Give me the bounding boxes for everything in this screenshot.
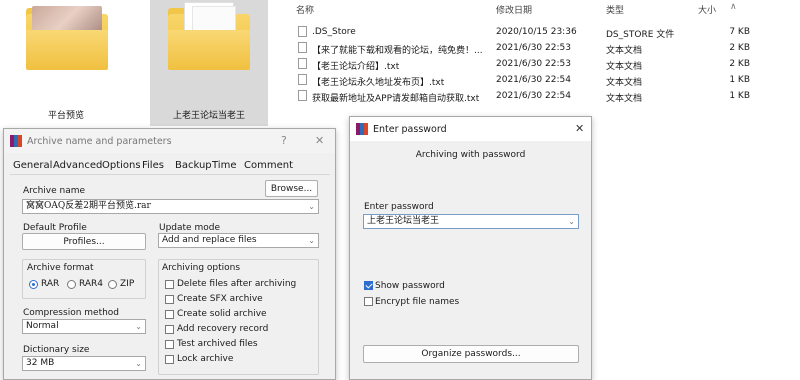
format-rar-label: RAR	[41, 279, 60, 289]
column-header-modified[interactable]: 修改日期	[496, 3, 532, 19]
encrypt-names-checkbox[interactable]	[364, 297, 373, 306]
dictionary-size-select[interactable]: 32 MB ⌄	[22, 356, 146, 371]
lock-archive-label: Lock archive	[177, 354, 234, 364]
archive-dialog-title: Archive name and parameters	[27, 136, 172, 147]
solid-label: Create solid archive	[177, 309, 267, 319]
lock-archive-checkbox[interactable]	[165, 355, 174, 364]
update-mode-select[interactable]: Add and replace files ⌄	[158, 233, 319, 248]
table-row[interactable]: 获取最新地址及APP请发邮箱自动获取.txt 2021/6/30 22:54 文…	[286, 88, 800, 104]
tab-backup[interactable]: Backup	[175, 160, 212, 171]
compression-method-select[interactable]: Normal ⌄	[22, 319, 146, 334]
format-rar-radio[interactable]	[29, 280, 38, 289]
file-icon	[298, 26, 307, 37]
format-rar4-label: RAR4	[79, 279, 104, 289]
folder-view: 平台预览 上老王论坛当老王	[0, 0, 283, 130]
archiving-options-label: Archiving options	[162, 263, 241, 273]
recovery-record-label: Add recovery record	[177, 324, 269, 334]
archive-name-input[interactable]: 窝窝OAQ反差2期平台预览.rar ⌄	[22, 199, 319, 214]
format-zip-radio[interactable]	[108, 280, 117, 289]
browse-button[interactable]: Browse...	[265, 180, 318, 197]
folder-laowang[interactable]: 上老王论坛当老王	[150, 0, 268, 126]
encrypt-names-label: Encrypt file names	[375, 297, 460, 307]
recovery-record-checkbox[interactable]	[165, 325, 174, 334]
show-password-checkbox[interactable]	[364, 281, 373, 290]
format-rar4-radio[interactable]	[67, 280, 76, 289]
folder-icon	[26, 6, 108, 70]
tab-time[interactable]: Time	[212, 160, 236, 171]
profiles-button[interactable]: Profiles...	[22, 233, 146, 250]
file-icon	[298, 90, 307, 101]
close-icon[interactable]: ✕	[315, 134, 324, 147]
organize-passwords-button[interactable]: Organize passwords...	[363, 345, 579, 363]
test-files-checkbox[interactable]	[165, 340, 174, 349]
winrar-icon	[356, 123, 368, 135]
tab-divider	[10, 174, 330, 175]
password-dialog-titlebar[interactable]: Enter password ✕	[350, 117, 591, 141]
table-row[interactable]: 【老王论坛永久地址发布页】.txt 2021/6/30 22:54 文本文档 1…	[286, 72, 800, 88]
chevron-down-icon: ⌄	[135, 322, 142, 331]
tab-options[interactable]: Options	[102, 160, 141, 171]
folder-icon	[168, 2, 250, 70]
archive-dialog-titlebar[interactable]: Archive name and parameters ? ✕	[4, 129, 335, 153]
format-zip-label: ZIP	[120, 279, 135, 289]
table-row[interactable]: 【来了就能下载和观看的论坛，纯免费！... 2021/6/30 22:53 文本…	[286, 40, 800, 56]
chevron-up-icon: ∧	[730, 2, 737, 12]
sfx-label: Create SFX archive	[177, 294, 263, 304]
dictionary-size-label: Dictionary size	[23, 345, 90, 355]
archive-name-label: Archive name	[23, 186, 86, 196]
compression-method-label: Compression method	[23, 308, 120, 318]
chevron-down-icon: ⌄	[568, 217, 575, 226]
chevron-down-icon: ⌄	[135, 359, 142, 368]
winrar-icon	[10, 135, 22, 147]
password-input[interactable]: 上老王论坛当老王 ⌄	[363, 214, 579, 229]
file-icon	[298, 74, 307, 85]
password-dialog-title: Enter password	[373, 124, 447, 135]
enter-password-label: Enter password	[364, 202, 434, 212]
tab-advanced[interactable]: Advanced	[53, 160, 102, 171]
table-row[interactable]: 【老王论坛介绍】.txt 2021/6/30 22:53 文本文档 2 KB	[286, 56, 800, 72]
test-files-label: Test archived files	[177, 339, 258, 349]
chevron-down-icon: ⌄	[308, 202, 315, 211]
folder-label: 上老王论坛当老王	[172, 111, 245, 121]
file-icon	[298, 42, 307, 53]
default-profile-label: Default Profile	[23, 223, 87, 233]
sfx-checkbox[interactable]	[165, 295, 174, 304]
tab-files[interactable]: Files	[142, 160, 164, 171]
show-password-label: Show password	[375, 281, 445, 291]
file-icon	[298, 58, 307, 69]
folder-label: 平台预览	[47, 111, 84, 121]
close-icon[interactable]: ✕	[575, 122, 584, 135]
folder-platform-preview[interactable]: 平台预览	[10, 0, 122, 126]
column-header-name[interactable]: 名称	[296, 3, 314, 19]
help-icon[interactable]: ?	[281, 134, 287, 147]
solid-checkbox[interactable]	[165, 310, 174, 319]
update-mode-label: Update mode	[159, 223, 220, 233]
chevron-down-icon: ⌄	[308, 236, 315, 245]
tab-comment[interactable]: Comment	[244, 160, 293, 171]
column-header-type[interactable]: 类型	[606, 3, 624, 19]
tab-general[interactable]: General	[13, 160, 52, 171]
table-row[interactable]: .DS_Store 2020/10/15 23:36 DS_STORE 文件 7…	[286, 24, 800, 40]
archive-format-label: Archive format	[27, 263, 94, 273]
delete-after-checkbox[interactable]	[165, 280, 174, 289]
delete-after-label: Delete files after archiving	[177, 279, 297, 289]
password-dialog-subtitle: Archiving with password	[415, 150, 526, 160]
file-list: 名称 修改日期 类型 大小 ∧ .DS_Store 2020/10/15 23:…	[286, 0, 800, 110]
column-header-size[interactable]: 大小	[698, 3, 716, 19]
